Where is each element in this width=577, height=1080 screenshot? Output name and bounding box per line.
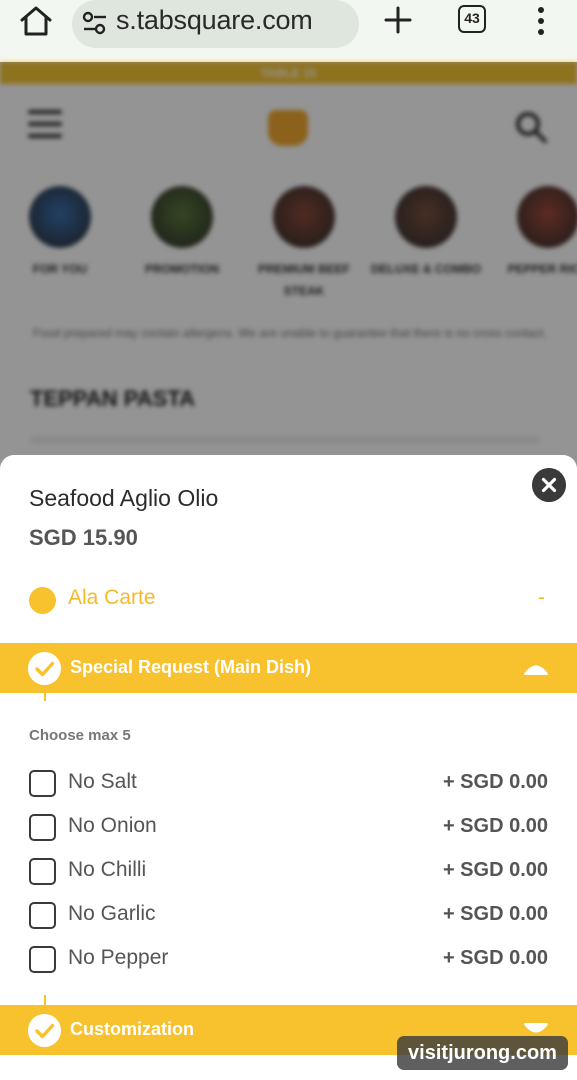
timeline-line: [44, 693, 46, 701]
home-icon[interactable]: [18, 4, 54, 38]
special-request-header[interactable]: Special Request (Main Dish): [0, 643, 577, 693]
option-price: + SGD 0.00: [442, 859, 548, 881]
modal-backdrop[interactable]: [0, 62, 577, 482]
variant-label[interactable]: Ala Carte: [68, 586, 156, 610]
variant-value: -: [538, 586, 545, 609]
option-name: No Pepper: [68, 946, 169, 969]
option-price: + SGD 0.00: [442, 771, 548, 793]
option-row[interactable]: No Onion + SGD 0.00: [0, 808, 577, 848]
option-checkbox[interactable]: [29, 902, 56, 929]
check-circle-icon: [28, 1014, 61, 1047]
option-name: No Chilli: [68, 858, 147, 881]
option-name: No Onion: [68, 814, 157, 837]
customization-title: Customization: [70, 1019, 194, 1039]
item-price: SGD 15.90: [29, 525, 138, 550]
option-checkbox[interactable]: [29, 946, 56, 973]
address-bar[interactable]: s.tabsquare.com: [72, 0, 359, 48]
option-checkbox[interactable]: [29, 770, 56, 797]
url-text: s.tabsquare.com: [116, 5, 313, 35]
item-detail-sheet: Seafood Aglio Olio SGD 15.90 Ala Carte -…: [0, 455, 577, 1080]
new-tab-icon[interactable]: [380, 2, 416, 38]
more-options-icon[interactable]: [526, 4, 556, 38]
check-circle-icon: [28, 652, 61, 685]
choose-max-hint: Choose max 5: [29, 727, 131, 744]
option-row[interactable]: No Salt + SGD 0.00: [0, 764, 577, 804]
option-row[interactable]: No Garlic + SGD 0.00: [0, 896, 577, 936]
option-checkbox[interactable]: [29, 814, 56, 841]
timeline-line: [44, 995, 46, 1005]
item-name: Seafood Aglio Olio: [29, 485, 219, 511]
option-checkbox[interactable]: [29, 858, 56, 885]
tab-count-button[interactable]: 43: [458, 5, 486, 33]
watermark: visitjurong.com: [397, 1036, 568, 1070]
browser-toolbar: s.tabsquare.com 43: [0, 0, 577, 62]
close-icon[interactable]: [532, 468, 566, 502]
option-name: No Salt: [68, 770, 137, 793]
site-settings-icon[interactable]: [81, 9, 109, 37]
option-price: + SGD 0.00: [442, 947, 548, 969]
option-price: + SGD 0.00: [442, 815, 548, 837]
option-row[interactable]: No Pepper + SGD 0.00: [0, 940, 577, 980]
variant-radio[interactable]: [29, 587, 56, 614]
option-row[interactable]: No Chilli + SGD 0.00: [0, 852, 577, 892]
option-name: No Garlic: [68, 902, 156, 925]
special-request-title: Special Request (Main Dish): [70, 657, 312, 677]
chevron-up-icon[interactable]: [522, 657, 550, 679]
option-price: + SGD 0.00: [442, 903, 548, 925]
